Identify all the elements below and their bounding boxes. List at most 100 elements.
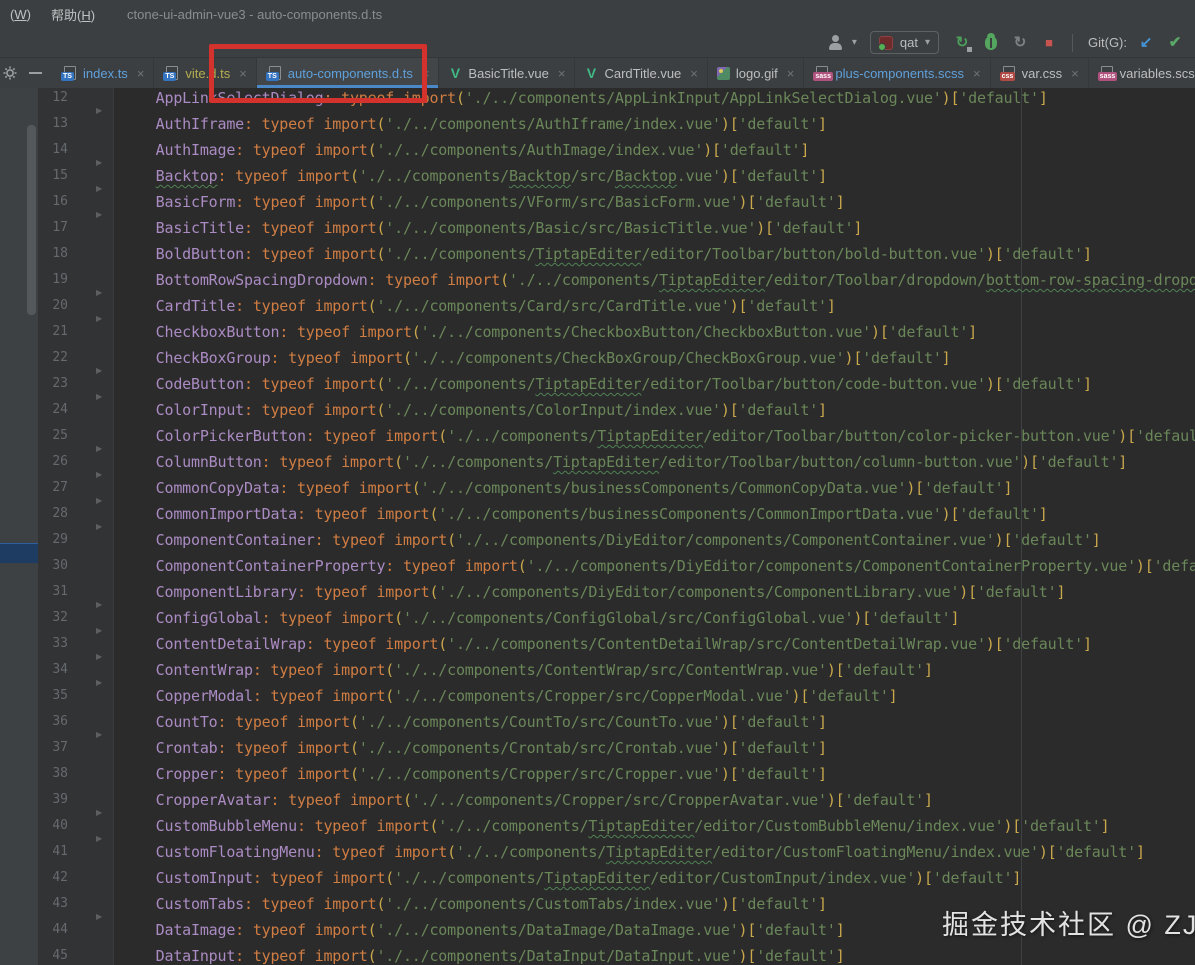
- code-line[interactable]: CustomBubbleMenu: typeof import('./../co…: [138, 813, 1195, 839]
- fold-arrow-icon[interactable]: ▶: [96, 358, 102, 384]
- code-line[interactable]: CheckboxButton: typeof import('./../comp…: [138, 319, 1195, 345]
- gear-icon[interactable]: [3, 66, 17, 80]
- fold-arrow-icon[interactable]: ▶: [96, 306, 102, 332]
- rerun-overlay-icon: [967, 47, 972, 52]
- tab-plus-components.scss[interactable]: sassplus-components.scss×: [804, 58, 990, 88]
- gutter-row: 21▶: [38, 319, 113, 345]
- line-number: 44: [38, 917, 68, 943]
- fold-arrow-icon[interactable]: ▶: [96, 514, 102, 540]
- fold-arrow-icon[interactable]: ▶: [96, 618, 102, 644]
- code-line[interactable]: Backtop: typeof import('./../components/…: [138, 163, 1195, 189]
- rerun-button[interactable]: ↻: [952, 33, 972, 53]
- ide-window: (W) 帮助(H) ctone-ui-admin-vue3 - auto-com…: [0, 0, 1195, 965]
- code-line[interactable]: AuthIframe: typeof import('./../componen…: [138, 111, 1195, 137]
- fold-arrow-icon[interactable]: ▶: [96, 436, 102, 462]
- close-icon[interactable]: ×: [558, 66, 566, 81]
- code-line[interactable]: CardTitle: typeof import('./../component…: [138, 293, 1195, 319]
- run-config-select[interactable]: qat ▾: [870, 31, 939, 54]
- code-line[interactable]: AuthImage: typeof import('./../component…: [138, 137, 1195, 163]
- run-config-label: qat: [900, 35, 918, 50]
- code-line[interactable]: BoldButton: typeof import('./../componen…: [138, 241, 1195, 267]
- code-line[interactable]: ComponentContainerProperty: typeof impor…: [138, 553, 1195, 579]
- user-avatar-icon[interactable]: [828, 35, 843, 50]
- git-commit-icon[interactable]: ✔: [1165, 33, 1185, 53]
- fold-arrow-icon[interactable]: ▶: [96, 150, 102, 176]
- tab-index.ts[interactable]: TSindex.ts×: [52, 58, 154, 88]
- code-editor[interactable]: AppLinkSelectDialog: typeof import('./..…: [114, 88, 1195, 965]
- tab-BasicTitle.vue[interactable]: VBasicTitle.vue×: [439, 58, 575, 88]
- code-line[interactable]: BottomRowSpacingDropdown: typeof import(…: [138, 267, 1195, 293]
- tab-vite.d.ts[interactable]: TSvite.d.ts×: [154, 58, 256, 88]
- code-line[interactable]: CheckBoxGroup: typeof import('./../compo…: [138, 345, 1195, 371]
- code-line[interactable]: CustomInput: typeof import('./../compone…: [138, 865, 1195, 891]
- main-toolbar: ▾ qat ▾ ↻ ↻ ■ Git(G): ↙ ✔: [0, 28, 1195, 58]
- line-number: 24: [38, 397, 68, 423]
- close-icon[interactable]: ×: [690, 66, 698, 81]
- close-icon[interactable]: ×: [239, 66, 247, 81]
- close-icon[interactable]: ×: [787, 66, 795, 81]
- tab-label: CardTitle.vue: [604, 66, 681, 81]
- file-type-badge: css: [1000, 72, 1016, 81]
- fold-arrow-icon[interactable]: ▶: [96, 904, 102, 930]
- code-line[interactable]: ConfigGlobal: typeof import('./../compon…: [138, 605, 1195, 631]
- code-line[interactable]: CropperAvatar: typeof import('./../compo…: [138, 787, 1195, 813]
- code-line[interactable]: CodeButton: typeof import('./../componen…: [138, 371, 1195, 397]
- fold-arrow-icon[interactable]: ▶: [96, 384, 102, 410]
- code-line[interactable]: CopperModal: typeof import('./../compone…: [138, 683, 1195, 709]
- code-line[interactable]: Crontab: typeof import('./../components/…: [138, 735, 1195, 761]
- fold-arrow-icon[interactable]: ▶: [96, 488, 102, 514]
- tab-auto-components.d.ts[interactable]: TSauto-components.d.ts×: [257, 58, 440, 88]
- close-icon[interactable]: ×: [422, 66, 430, 81]
- git-update-icon[interactable]: ↙: [1136, 33, 1156, 53]
- menu-item-window[interactable]: (W): [0, 7, 41, 22]
- line-number: 12: [38, 85, 68, 111]
- code-line[interactable]: ColorPickerButton: typeof import('./../c…: [138, 423, 1195, 449]
- fold-arrow-icon[interactable]: ▶: [96, 462, 102, 488]
- fold-arrow-icon[interactable]: ▶: [96, 722, 102, 748]
- line-number: 29: [38, 527, 68, 553]
- line-number: 14: [38, 137, 68, 163]
- fold-arrow-icon[interactable]: ▶: [96, 202, 102, 228]
- tab-CardTitle.vue[interactable]: VCardTitle.vue×: [575, 58, 707, 88]
- menu-item-help[interactable]: 帮助(H): [41, 5, 105, 24]
- code-line[interactable]: CountTo: typeof import('./../components/…: [138, 709, 1195, 735]
- close-icon[interactable]: ×: [973, 66, 981, 81]
- line-number: 26: [38, 449, 68, 475]
- fold-arrow-icon[interactable]: ▶: [96, 826, 102, 852]
- code-line[interactable]: ColorInput: typeof import('./../componen…: [138, 397, 1195, 423]
- left-tool-stripe: [0, 88, 38, 965]
- fold-arrow-icon[interactable]: ▶: [96, 644, 102, 670]
- code-line[interactable]: Cropper: typeof import('./../components/…: [138, 761, 1195, 787]
- fold-arrow-icon[interactable]: ▶: [96, 280, 102, 306]
- code-line[interactable]: ColumnButton: typeof import('./../compon…: [138, 449, 1195, 475]
- code-line[interactable]: CommonCopyData: typeof import('./../comp…: [138, 475, 1195, 501]
- fold-arrow-icon[interactable]: ▶: [96, 800, 102, 826]
- tab-label: index.ts: [83, 66, 128, 81]
- minimize-icon[interactable]: [29, 72, 42, 74]
- stop-icon[interactable]: ■: [1039, 33, 1059, 53]
- code-line[interactable]: CommonImportData: typeof import('./../co…: [138, 501, 1195, 527]
- fold-arrow-icon[interactable]: ▶: [96, 592, 102, 618]
- code-line[interactable]: BasicForm: typeof import('./../component…: [138, 189, 1195, 215]
- chevron-down-icon[interactable]: ▾: [852, 37, 857, 48]
- close-icon[interactable]: ×: [137, 66, 145, 81]
- code-line[interactable]: ComponentContainer: typeof import('./../…: [138, 527, 1195, 553]
- fold-arrow-icon[interactable]: ▶: [96, 98, 102, 124]
- stripe-scrollbar-thumb[interactable]: [27, 125, 36, 315]
- tab-logo.gif[interactable]: logo.gif×: [708, 58, 805, 88]
- code-line[interactable]: ContentWrap: typeof import('./../compone…: [138, 657, 1195, 683]
- fold-arrow-icon[interactable]: ▶: [96, 670, 102, 696]
- code-line[interactable]: BasicTitle: typeof import('./../componen…: [138, 215, 1195, 241]
- coverage-icon[interactable]: ↻: [1010, 33, 1030, 53]
- code-line[interactable]: ContentDetailWrap: typeof import('./../c…: [138, 631, 1195, 657]
- code-line[interactable]: DataInput: typeof import('./../component…: [138, 943, 1195, 965]
- tab-variables.scss[interactable]: sassvariables.scss×: [1089, 58, 1195, 88]
- tab-label: variables.scss: [1120, 66, 1195, 81]
- close-icon[interactable]: ×: [1071, 66, 1079, 81]
- code-line[interactable]: ComponentLibrary: typeof import('./../co…: [138, 579, 1195, 605]
- debug-icon[interactable]: [985, 36, 997, 50]
- fold-arrow-icon[interactable]: ▶: [96, 176, 102, 202]
- code-line[interactable]: AppLinkSelectDialog: typeof import('./..…: [138, 88, 1195, 111]
- code-line[interactable]: CustomFloatingMenu: typeof import('./../…: [138, 839, 1195, 865]
- tab-var.css[interactable]: cssvar.css×: [991, 58, 1089, 88]
